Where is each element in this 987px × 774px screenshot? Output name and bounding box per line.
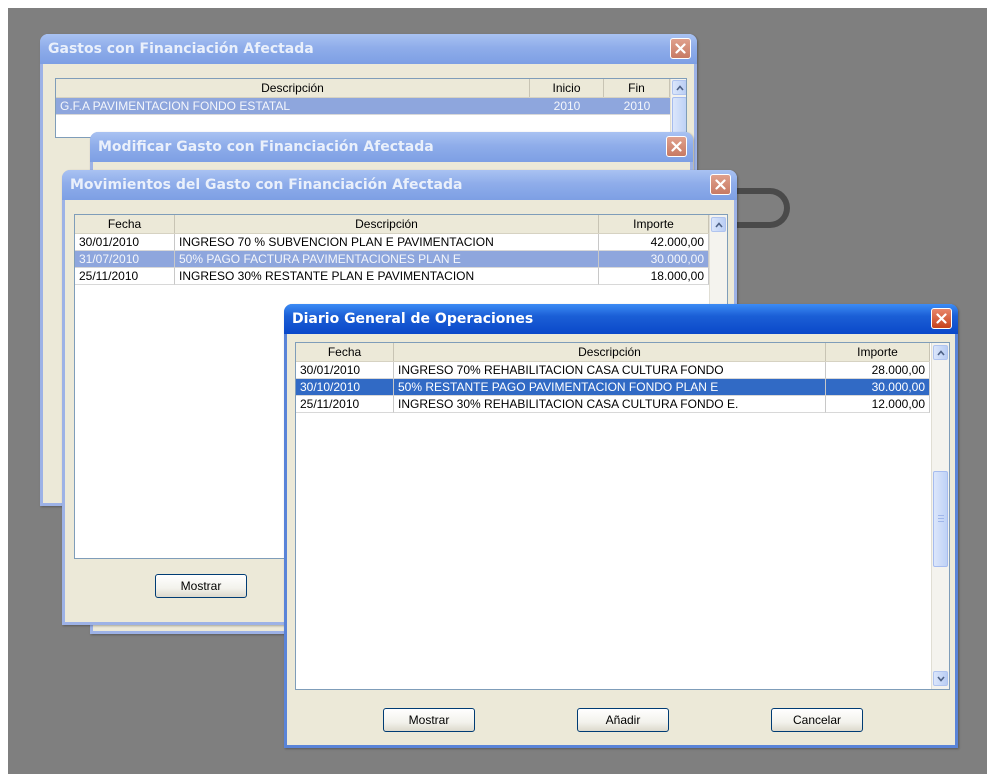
table-row[interactable]: 25/11/2010 INGRESO 30% RESTANTE PLAN E P… xyxy=(75,268,709,285)
close-icon xyxy=(936,313,947,324)
column-header-fecha[interactable]: Fecha xyxy=(296,343,394,361)
cell-descripcion: INGRESO 70% REHABILITACION CASA CULTURA … xyxy=(394,362,826,379)
gastos-grid[interactable]: Descripción Inicio Fin G.F.A PAVIMENTACI… xyxy=(55,78,687,138)
cell-fecha: 31/07/2010 xyxy=(75,251,175,268)
cell-importe: 12.000,00 xyxy=(826,396,930,413)
movimientos-titlebar[interactable]: Movimientos del Gasto con Financiación A… xyxy=(62,170,737,200)
column-header-fecha[interactable]: Fecha xyxy=(75,215,175,233)
diario-grid-header: Fecha Descripción Importe xyxy=(296,343,930,362)
diario-titlebar[interactable]: Diario General de Operaciones xyxy=(284,304,958,334)
chevron-up-icon xyxy=(936,349,945,356)
cancelar-button[interactable]: Cancelar xyxy=(771,708,863,732)
table-row[interactable]: 31/07/2010 50% PAGO FACTURA PAVIMENTACIO… xyxy=(75,251,709,268)
cell-descripcion: INGRESO 70 % SUBVENCION PLAN E PAVIMENTA… xyxy=(175,234,599,251)
column-header-importe[interactable]: Importe xyxy=(826,343,930,361)
cell-fecha: 30/01/2010 xyxy=(75,234,175,251)
diario-title: Diario General de Operaciones xyxy=(292,311,534,327)
modificar-title: Modificar Gasto con Financiación Afectad… xyxy=(98,139,434,155)
mostrar-button[interactable]: Mostrar xyxy=(383,708,475,732)
close-icon xyxy=(671,141,682,152)
column-header-fin[interactable]: Fin xyxy=(604,79,670,97)
scroll-thumb[interactable] xyxy=(672,97,686,135)
scroll-up-button[interactable] xyxy=(711,217,726,232)
diario-grid[interactable]: Fecha Descripción Importe 30/01/2010 ING… xyxy=(295,342,950,690)
table-row[interactable]: G.F.A PAVIMENTACION FONDO ESTATAL 2010 2… xyxy=(56,98,670,115)
cell-descripcion: G.F.A PAVIMENTACION FONDO ESTATAL xyxy=(56,98,530,115)
gastos-grid-header: Descripción Inicio Fin xyxy=(56,79,670,98)
cell-fecha: 30/01/2010 xyxy=(296,362,394,379)
cell-fecha: 25/11/2010 xyxy=(296,396,394,413)
cell-fecha: 30/10/2010 xyxy=(296,379,394,396)
scroll-up-button[interactable] xyxy=(672,80,686,95)
cell-descripcion: INGRESO 30% REHABILITACION CASA CULTURA … xyxy=(394,396,826,413)
anadir-button[interactable]: Añadir xyxy=(577,708,669,732)
modificar-titlebar[interactable]: Modificar Gasto con Financiación Afectad… xyxy=(90,132,693,162)
chevron-down-icon xyxy=(936,675,945,682)
cell-importe: 28.000,00 xyxy=(826,362,930,379)
movimientos-title: Movimientos del Gasto con Financiación A… xyxy=(70,177,463,193)
close-icon xyxy=(715,179,726,190)
table-row[interactable]: 25/11/2010 INGRESO 30% REHABILITACION CA… xyxy=(296,396,930,413)
cell-fecha: 25/11/2010 xyxy=(75,268,175,285)
cell-fin: 2010 xyxy=(604,98,670,115)
gastos-close-button[interactable] xyxy=(670,38,691,59)
table-row[interactable]: 30/01/2010 INGRESO 70% REHABILITACION CA… xyxy=(296,362,930,379)
scroll-thumb[interactable] xyxy=(933,471,948,567)
gastos-titlebar[interactable]: Gastos con Financiación Afectada xyxy=(40,34,697,64)
cell-importe: 18.000,00 xyxy=(599,268,709,285)
column-header-descripcion[interactable]: Descripción xyxy=(394,343,826,361)
diario-close-button[interactable] xyxy=(931,308,952,329)
gastos-title: Gastos con Financiación Afectada xyxy=(48,41,314,57)
movimientos-grid-header: Fecha Descripción Importe xyxy=(75,215,709,234)
scroll-up-button[interactable] xyxy=(933,345,948,360)
column-header-importe[interactable]: Importe xyxy=(599,215,709,233)
gastos-scrollbar[interactable] xyxy=(670,79,686,137)
chevron-up-icon xyxy=(675,84,684,91)
movimientos-close-button[interactable] xyxy=(710,174,731,195)
cell-descripcion: 50% PAGO FACTURA PAVIMENTACIONES PLAN E xyxy=(175,251,599,268)
scroll-down-button[interactable] xyxy=(933,671,948,686)
diario-scrollbar[interactable] xyxy=(931,343,949,689)
cell-descripcion: 50% RESTANTE PAGO PAVIMENTACION FONDO PL… xyxy=(394,379,826,396)
table-row[interactable]: 30/10/2010 50% RESTANTE PAGO PAVIMENTACI… xyxy=(296,379,930,396)
column-header-descripcion[interactable]: Descripción xyxy=(56,79,530,97)
cell-inicio: 2010 xyxy=(530,98,604,115)
cell-importe: 42.000,00 xyxy=(599,234,709,251)
close-icon xyxy=(675,43,686,54)
column-header-inicio[interactable]: Inicio xyxy=(530,79,604,97)
column-header-descripcion[interactable]: Descripción xyxy=(175,215,599,233)
cell-descripcion: INGRESO 30% RESTANTE PLAN E PAVIMENTACIO… xyxy=(175,268,599,285)
cell-importe: 30.000,00 xyxy=(599,251,709,268)
table-row[interactable]: 30/01/2010 INGRESO 70 % SUBVENCION PLAN … xyxy=(75,234,709,251)
diario-window: Diario General de Operaciones Fecha Desc… xyxy=(284,304,958,748)
chevron-up-icon xyxy=(714,221,723,228)
modificar-close-button[interactable] xyxy=(666,136,687,157)
mostrar-button[interactable]: Mostrar xyxy=(155,574,247,598)
cell-importe: 30.000,00 xyxy=(826,379,930,396)
